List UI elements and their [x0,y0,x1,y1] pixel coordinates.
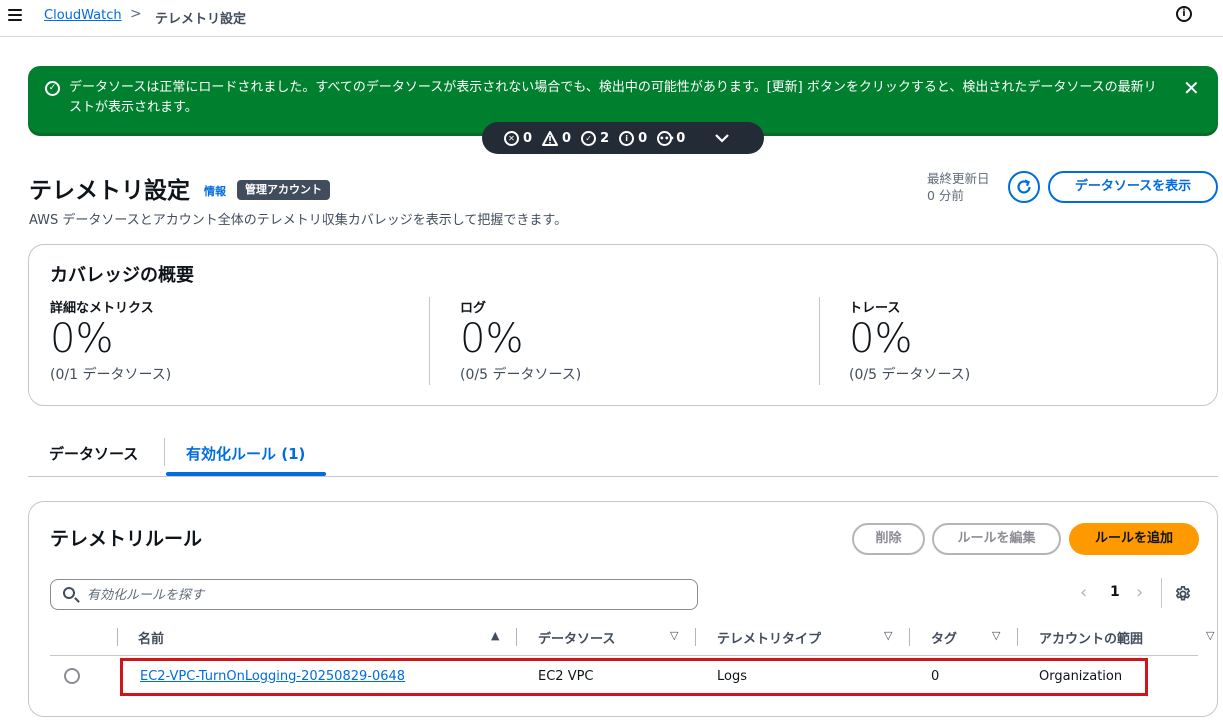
metric-sub: (0/5 データソース) [460,367,582,383]
metric-value: 0% [460,316,524,362]
flash-message: データソースは正常にロードされました。すべてのデータソースが表示されない場合でも… [69,80,1157,115]
warning-icon [542,130,559,146]
error-count[interactable]: ✕ 0 [504,130,532,146]
chevron-left-icon[interactable]: ‹ [1080,582,1087,603]
gear-icon[interactable] [1174,585,1192,603]
refresh-button[interactable] [1008,171,1040,203]
metric-value: 0% [849,316,913,362]
table-row[interactable]: EC2-VPC-TurnOnLogging-20250829-0648 EC2 … [50,656,1198,698]
info-link[interactable]: 情報 [204,183,226,199]
page-number[interactable]: 1 [1110,584,1120,600]
metric-label: 詳細なメトリクス [50,301,154,316]
tab-datasources[interactable]: データソース [49,443,138,464]
column-name[interactable]: 名前 [138,628,164,647]
metric-sub: (0/5 データソース) [849,367,971,383]
column-divider [1017,628,1018,646]
divider [429,297,430,385]
column-divider [117,628,118,646]
column-divider [516,628,517,646]
sort-icon[interactable]: ▽ [1206,629,1214,642]
column-account-scope[interactable]: アカウントの範囲 [1039,628,1143,647]
close-icon[interactable]: ✕ [1183,76,1200,100]
chevron-right-icon[interactable]: › [1136,582,1143,603]
metric-logs: ログ 0% (0/5 データソース) [460,297,840,387]
notification-summary-bar[interactable]: ✕ 0 0 ✓ 2 i 0 ••• 0 [482,122,764,154]
show-datasources-button[interactable]: データソースを表示 [1048,171,1218,203]
success-icon: ✓ [581,130,597,146]
check-circle-icon: ✓ [45,81,60,96]
metric-detailed-metrics: 詳細なメトリクス 0% (0/1 データソース) [50,297,430,387]
breadcrumb-cloudwatch[interactable]: CloudWatch [44,8,122,23]
coverage-summary-card: カバレッジの概要 詳細なメトリクス 0% (0/1 データソース) ログ 0% … [28,244,1218,406]
sort-icon[interactable]: ▽ [670,629,678,642]
metric-label: トレース [849,301,901,316]
edit-rule-button[interactable]: ルールを編集 [932,523,1061,555]
rules-title: テレメトリルール [50,528,203,550]
sort-ascending-icon[interactable]: ▲ [491,629,499,642]
delete-button[interactable]: 削除 [852,523,925,555]
chevron-right-icon: > [130,6,142,22]
highlight-box [120,658,1148,696]
menu-icon[interactable] [8,9,22,21]
tab-divider [164,438,165,466]
info-count[interactable]: i 0 [619,130,647,146]
row-select-radio[interactable] [64,668,80,684]
search-icon [63,587,75,599]
column-tags[interactable]: タグ [931,628,957,647]
coverage-title: カバレッジの概要 [50,265,194,286]
divider [819,297,820,385]
column-divider [695,628,696,646]
column-telemetry-type[interactable]: テレメトリタイプ [717,628,821,647]
error-icon: ✕ [504,130,519,146]
search-box[interactable] [50,579,698,610]
last-updated-label: 最終更新日 [927,171,990,186]
active-tab-indicator [166,472,326,476]
refresh-icon [1017,179,1031,194]
metric-traces: トレース 0% (0/5 データソース) [849,297,1223,387]
telemetry-rules-card: テレメトリルール 削除 ルールを編集 ルールを追加 ‹ 1 › 名前 ▲ データ… [28,501,1218,717]
info-icon[interactable]: i [1176,6,1192,22]
info-icon: i [619,130,635,146]
add-rule-button[interactable]: ルールを追加 [1069,523,1199,555]
management-account-badge: 管理アカウント [237,180,330,200]
tab-enablement-rules[interactable]: 有効化ルール (1) [186,443,305,464]
search-input[interactable] [87,585,687,605]
last-updated-value: 0 分前 [927,188,964,203]
sort-icon[interactable]: ▽ [992,629,1000,642]
success-count[interactable]: ✓ 2 [581,130,609,146]
pager-divider [1161,578,1162,608]
sort-icon[interactable]: ▽ [884,629,892,642]
last-updated: 最終更新日 0 分前 [927,170,990,204]
tab-bar: データソース 有効化ルール (1) [28,434,1218,477]
metric-label: ログ [460,301,487,316]
column-divider [909,628,910,646]
table-header: 名前 ▲ データソース ▽ テレメトリタイプ ▽ タグ ▽ アカウントの範囲 ▽ [50,624,1214,656]
top-bar: CloudWatch > テレメトリ設定 i [0,0,1223,37]
page-description: AWS データソースとアカウント全体のテレメトリ収集カバレッジを表示して把握でき… [29,213,568,228]
column-datasource[interactable]: データソース [538,628,615,647]
chevron-down-icon[interactable] [715,133,730,143]
ellipsis-icon: ••• [657,130,675,146]
warning-count[interactable]: 0 [542,130,571,146]
metric-value: 0% [50,316,114,362]
breadcrumb-current: テレメトリ設定 [155,12,247,27]
metric-sub: (0/1 データソース) [50,367,172,383]
page-title: テレメトリ設定 [29,178,190,204]
in-progress-count[interactable]: ••• 0 [657,130,685,146]
